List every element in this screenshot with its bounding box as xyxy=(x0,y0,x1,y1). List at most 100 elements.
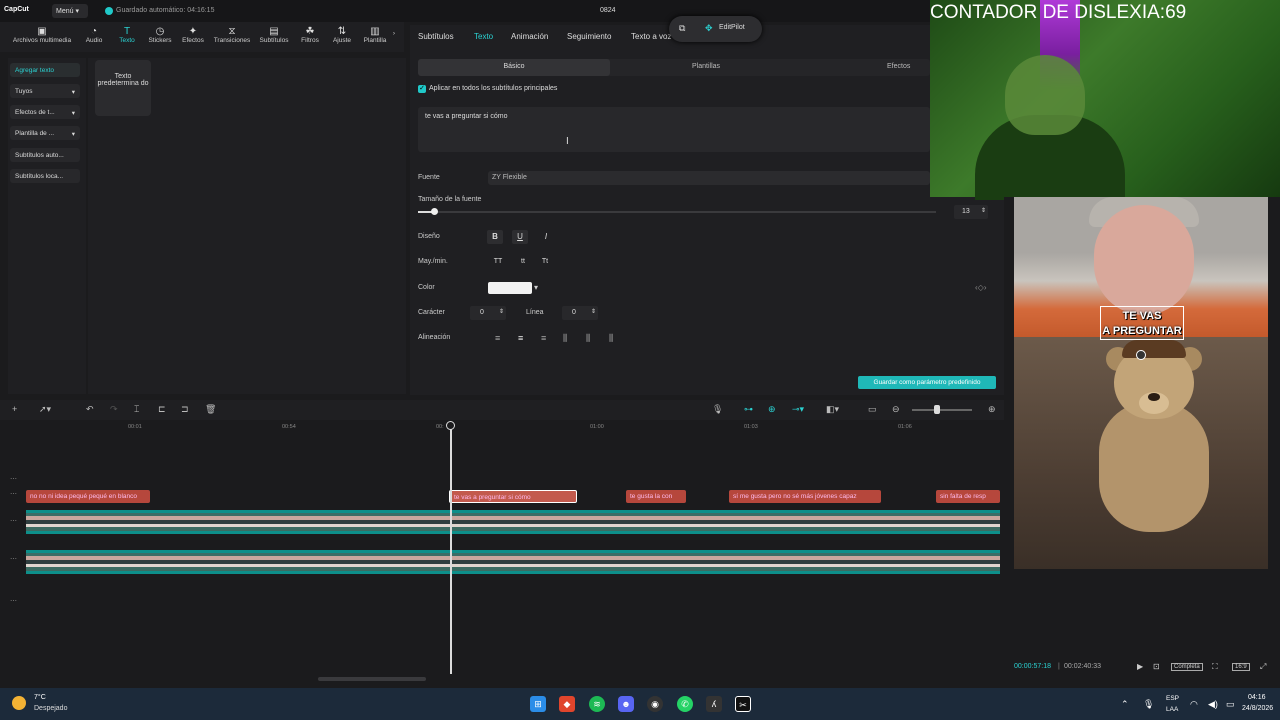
battery-icon[interactable]: ▭ xyxy=(1226,699,1235,710)
clock-date[interactable]: 24/8/2026 xyxy=(1242,705,1273,712)
tab-animation[interactable]: Animación xyxy=(511,32,548,41)
split-right-icon[interactable]: ⊐ xyxy=(181,404,189,415)
caption-clip[interactable]: no no ni idea pequé pequé en blanco xyxy=(26,490,150,503)
start-icon[interactable]: ⊞ xyxy=(530,696,546,712)
expand-icon[interactable]: ⛶ xyxy=(1212,662,1218,672)
maximize-icon[interactable]: ⤢ xyxy=(1260,662,1266,672)
chevron-right-icon[interactable]: › xyxy=(384,30,404,37)
link-icon[interactable]: ⊶ xyxy=(744,404,753,415)
align-center-icon[interactable]: ≡ xyxy=(518,333,523,343)
caption-clip-selected[interactable]: te vas a preguntar si cómo xyxy=(449,490,577,503)
zoom-slider[interactable] xyxy=(912,409,972,411)
track-handle[interactable]: ⋯ xyxy=(10,475,17,483)
sidebar-item-text-templates[interactable]: Plantilla de ... ▾ xyxy=(10,126,80,140)
playhead[interactable] xyxy=(450,426,452,674)
undo-icon[interactable]: ↶ xyxy=(86,404,94,415)
microphone-tray-icon[interactable]: 🎙 xyxy=(1143,699,1154,710)
capcut-icon[interactable]: ✂ xyxy=(735,696,751,712)
weather-icon[interactable] xyxy=(12,696,26,710)
tab-subtitles-prop[interactable]: Subtítulos xyxy=(418,32,454,41)
save-preset-button[interactable]: Guardar como parámetro predefinido xyxy=(858,376,996,389)
select-tool-icon[interactable]: ➚▾ xyxy=(39,404,51,415)
fontsize-slider-handle[interactable] xyxy=(431,208,438,215)
sidebar-item-auto-captions[interactable]: Subtítulos auto... xyxy=(10,148,80,162)
preview-axis-icon[interactable]: ⊸▾ xyxy=(792,404,804,415)
color-picker[interactable] xyxy=(488,282,532,294)
volume-icon[interactable]: ◀) xyxy=(1208,699,1218,710)
video-track-2[interactable] xyxy=(26,550,1000,574)
titlecase-button[interactable]: Tt xyxy=(537,255,553,269)
tab-transitions[interactable]: ⧖ Transiciones xyxy=(210,26,254,44)
subtab-basic[interactable]: Básico xyxy=(418,59,610,76)
track-handle[interactable]: ⋯ xyxy=(10,490,17,498)
play-icon[interactable]: ▶ xyxy=(1137,662,1143,671)
stepper-icon[interactable]: ⇕ xyxy=(981,207,986,214)
subtab-templates[interactable]: Plantillas xyxy=(692,63,720,70)
italic-button[interactable]: I xyxy=(538,230,554,244)
caption-clip[interactable]: sí me gusta pero no sé más jóvenes capaz xyxy=(729,490,881,503)
tab-tracking[interactable]: Seguimiento xyxy=(567,32,611,41)
fontsize-slider[interactable] xyxy=(418,211,936,213)
whatsapp-icon[interactable]: ✆ xyxy=(677,696,693,712)
aspect-ratio-button[interactable]: 16:9 xyxy=(1232,663,1250,671)
text-input[interactable]: te vas a preguntar si cómo xyxy=(418,107,930,152)
split-left-icon[interactable]: ⊏ xyxy=(158,404,166,415)
spotify-icon[interactable]: ≋ xyxy=(589,696,605,712)
track-handle[interactable]: ⋯ xyxy=(10,517,17,525)
monitor-icon[interactable]: ▭ xyxy=(868,404,877,415)
obs-icon[interactable]: ◉ xyxy=(647,696,663,712)
tray-chevron-icon[interactable]: ⌃ xyxy=(1121,699,1129,710)
microphone-icon[interactable]: 🎙 xyxy=(712,404,723,415)
caption-clip[interactable]: sin falta de resp xyxy=(936,490,1000,503)
align-bottom-icon[interactable]: ⫼ xyxy=(609,333,613,344)
stepper-icon[interactable]: ⇕ xyxy=(499,308,504,315)
fullscreen-icon[interactable]: ⊡ xyxy=(1153,662,1160,671)
snap-icon[interactable]: ⊕ xyxy=(768,404,776,415)
chevron-down-icon[interactable]: ▾ xyxy=(534,283,538,292)
caption-clip[interactable]: te gusta la con xyxy=(626,490,686,503)
default-text-card[interactable]: Texto predetermina do xyxy=(95,60,151,116)
menu-button[interactable]: Menú ▾ xyxy=(52,4,88,18)
playhead-handle[interactable] xyxy=(446,421,455,430)
rotate-icon[interactable] xyxy=(1136,350,1146,360)
editpilot-pill[interactable]: ⧉ ✥ EditPilot xyxy=(669,16,762,42)
zoom-slider-handle[interactable] xyxy=(934,405,940,414)
keyframe-icon[interactable]: ‹◇› xyxy=(975,283,986,292)
uppercase-button[interactable]: TT xyxy=(490,255,506,269)
timeline-scrollbar[interactable] xyxy=(318,677,426,681)
apply-all-checkbox[interactable]: ✓ xyxy=(418,85,426,93)
video-preview[interactable] xyxy=(1014,197,1268,569)
quality-button[interactable]: Completa xyxy=(1171,663,1203,671)
align-middle-icon[interactable]: ⫼ xyxy=(586,333,590,344)
edit-icon[interactable]: ⧉ xyxy=(679,23,685,34)
brave-icon[interactable]: ◆ xyxy=(559,696,575,712)
sidebar-item-local-captions[interactable]: Subtítulos loca... xyxy=(10,169,80,183)
lowercase-button[interactable]: tt xyxy=(515,255,531,269)
language-indicator[interactable]: ESP xyxy=(1166,695,1179,702)
delete-icon[interactable]: 🗑 xyxy=(205,404,216,415)
character-spacing-input[interactable]: 0 ⇕ xyxy=(470,306,506,320)
redo-icon[interactable]: ↷ xyxy=(110,404,118,415)
sidebar-item-text-effects[interactable]: Efectos de t... ▾ xyxy=(10,105,80,119)
wifi-icon[interactable]: ◠ xyxy=(1190,699,1198,710)
bold-button[interactable]: B xyxy=(487,230,503,244)
clock-time[interactable]: 04:16 xyxy=(1248,694,1266,701)
sidebar-item-add-text[interactable]: Agregar texto xyxy=(10,63,80,77)
keyboard-layout[interactable]: LAA xyxy=(1166,706,1178,713)
sidebar-item-yours[interactable]: Tuyos ▾ xyxy=(10,84,80,98)
zoom-in-icon[interactable]: ⊕ xyxy=(988,404,996,415)
video-track-1[interactable] xyxy=(26,510,1000,534)
align-left-icon[interactable]: ≡ xyxy=(495,333,500,343)
subtab-effects[interactable]: Efectos xyxy=(887,63,910,70)
line-spacing-input[interactable]: 0 ⇕ xyxy=(562,306,598,320)
track-handle[interactable]: ⋯ xyxy=(10,555,17,563)
tab-text-to-speech[interactable]: Texto a voz xyxy=(631,32,671,41)
preview-subtitle[interactable]: TE VAS A PREGUNTAR xyxy=(1100,306,1184,340)
zoom-out-icon[interactable]: ⊖ xyxy=(892,404,900,415)
add-icon[interactable]: + xyxy=(12,404,17,414)
underline-button[interactable]: U xyxy=(512,230,528,244)
track-handle[interactable]: ⋯ xyxy=(10,597,17,605)
font-select[interactable]: ZY Flexible xyxy=(488,171,930,185)
align-right-icon[interactable]: ≡ xyxy=(541,333,546,343)
app-icon[interactable]: ʎ xyxy=(706,696,722,712)
